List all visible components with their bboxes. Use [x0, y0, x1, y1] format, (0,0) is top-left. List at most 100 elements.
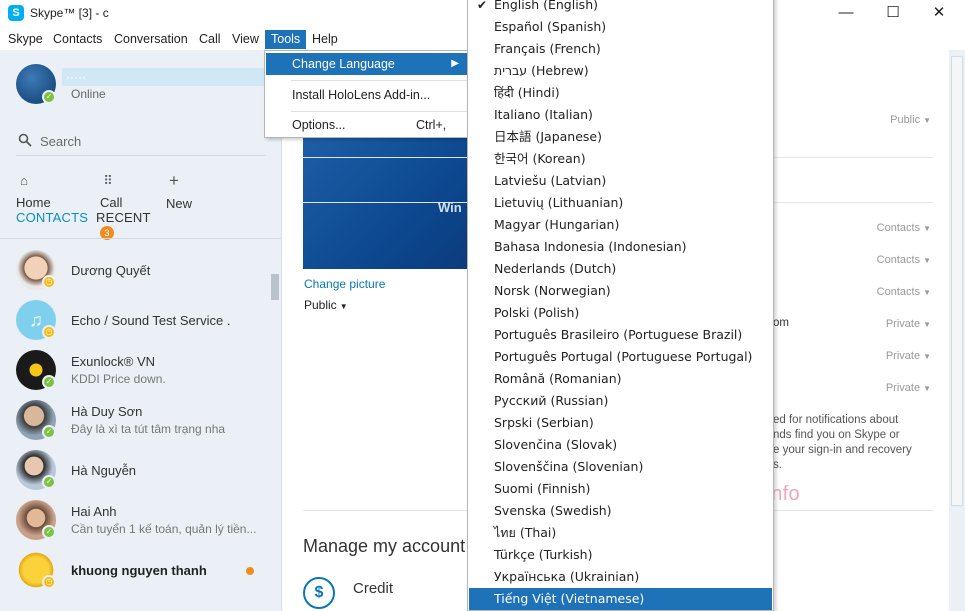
language-option[interactable]: Français (French)	[469, 38, 772, 60]
language-option[interactable]: Español (Spanish)	[469, 16, 772, 38]
contact-item[interactable]: ✓ Hà Duy Sơn Đây là xì ta tút tâm trạng …	[0, 395, 270, 445]
menu-conversation[interactable]: Conversation	[108, 30, 194, 49]
contact-item[interactable]: ♫ ◷ Echo / Sound Test Service .	[0, 295, 270, 345]
language-label: Русский (Russian)	[494, 393, 609, 408]
language-option[interactable]: Slovenščina (Slovenian)	[469, 456, 772, 478]
language-label: Português Brasileiro (Portuguese Brazil)	[494, 327, 743, 342]
contacts-scrollbar[interactable]	[271, 274, 279, 300]
home-button[interactable]: ⌂ Home	[16, 170, 51, 210]
language-option[interactable]: Українська (Ukrainian)	[469, 566, 772, 588]
left-pane: ✓ ····· Online ⌂ Home ⠿ Call + New CONTACTS…	[0, 50, 282, 611]
language-option[interactable]: 한국어 (Korean)	[469, 148, 772, 170]
profile-name-field[interactable]: ·····	[62, 68, 272, 86]
language-option[interactable]: Latviešu (Latvian)	[469, 170, 772, 192]
language-label: Italiano (Italian)	[494, 107, 593, 122]
call-button[interactable]: ⠿ Call	[100, 170, 124, 210]
new-label: New	[166, 196, 193, 211]
language-option[interactable]: Português Brasileiro (Portuguese Brazil)	[469, 324, 772, 346]
search-input[interactable]	[40, 131, 260, 151]
language-option[interactable]: Magyar (Hungarian)	[469, 214, 772, 236]
change-language-item[interactable]: Change Language ▶	[266, 53, 467, 75]
privacy-label: Private	[885, 350, 921, 362]
change-language-label: Change Language	[292, 57, 395, 71]
language-option[interactable]: Română (Romanian)	[469, 368, 772, 390]
close-button[interactable]: ✕	[916, 0, 962, 28]
language-option[interactable]: 日本語 (Japanese)	[469, 126, 772, 148]
contact-item[interactable]: ✓ Hà Nguyễn	[0, 445, 270, 495]
language-label: ไทย (Thai)	[494, 525, 557, 540]
privacy-label: Private	[885, 318, 921, 330]
language-option[interactable]: Nederlands (Dutch)	[469, 258, 772, 280]
main-scrollbar-thumb[interactable]	[951, 56, 963, 506]
notice-text: e your sign-in and recovery	[773, 444, 912, 456]
privacy-select[interactable]: Private ▼	[831, 350, 931, 362]
language-option[interactable]: Bahasa Indonesia (Indonesian)	[469, 236, 772, 258]
language-option[interactable]: Norsk (Norwegian)	[469, 280, 772, 302]
language-option[interactable]: ไทย (Thai)	[469, 522, 772, 544]
change-picture-link[interactable]: Change picture	[304, 277, 385, 291]
new-button[interactable]: + New	[166, 170, 192, 211]
contact-name: khuong nguyen thanh	[71, 563, 207, 578]
credit-icon: $	[303, 577, 335, 609]
menu-contacts[interactable]: Contacts	[47, 30, 108, 49]
chevron-down-icon: ▼	[923, 384, 931, 393]
privacy-label: Contacts	[876, 222, 921, 234]
online-status-icon: ✓	[42, 425, 56, 439]
language-label: Türkçe (Turkish)	[494, 547, 593, 562]
tab-recent[interactable]: RECENT3	[96, 210, 151, 240]
contact-item[interactable]: ◷ Dương Quyết	[0, 245, 270, 295]
contact-name: Hà Duy Sơn	[71, 404, 143, 419]
privacy-select[interactable]: Contacts ▼	[831, 286, 931, 298]
language-option[interactable]: Türkçe (Turkish)	[469, 544, 772, 566]
contact-name: Hai Anh	[71, 504, 117, 519]
menu-tools[interactable]: Tools	[265, 30, 307, 49]
language-option[interactable]: עברית (Hebrew)	[469, 60, 772, 82]
contact-item[interactable]: ◷ khuong nguyen thanh	[0, 545, 270, 595]
minimize-button[interactable]: —	[823, 0, 869, 28]
privacy-select[interactable]: Private ▼	[831, 382, 931, 394]
menu-skype[interactable]: Skype	[2, 30, 49, 49]
privacy-label: Contacts	[876, 254, 921, 266]
language-option[interactable]: Suomi (Finnish)	[469, 478, 772, 500]
main-scrollbar[interactable]	[949, 50, 965, 611]
maximize-button[interactable]: ☐	[870, 0, 916, 28]
privacy-select[interactable]: Contacts ▼	[831, 222, 931, 234]
window-title: Skype™ [3] - c	[30, 6, 109, 20]
picture-visibility-select[interactable]: Public ▼	[304, 298, 348, 312]
privacy-select[interactable]: Contacts ▼	[831, 254, 931, 266]
contact-item[interactable]: ✓ Hai Anh Cần tuyển 1 kế toán, quản lý t…	[0, 495, 270, 545]
credit-label[interactable]: Credit	[353, 580, 393, 597]
language-option[interactable]: हिंदी (Hindi)	[469, 82, 772, 104]
language-label: Slovenščina (Slovenian)	[494, 459, 644, 474]
language-label: Suomi (Finnish)	[494, 481, 591, 496]
language-option[interactable]: Português Portugal (Portuguese Portugal)	[469, 346, 772, 368]
profile-status[interactable]: Online	[71, 87, 106, 101]
language-option[interactable]: Slovenčina (Slovak)	[469, 434, 772, 456]
language-option[interactable]: ✔ English (English)	[469, 0, 772, 16]
language-option[interactable]: Tiếng Việt (Vietnamese)	[469, 588, 772, 610]
language-option[interactable]: Srpski (Serbian)	[469, 412, 772, 434]
privacy-select[interactable]: Public ▼	[831, 114, 931, 126]
language-option[interactable]: Polski (Polish)	[469, 302, 772, 324]
language-option[interactable]: Lietuvių (Lithuanian)	[469, 192, 772, 214]
menu-separator	[291, 111, 467, 112]
install-hololens-item[interactable]: Install HoloLens Add-in...	[266, 84, 467, 106]
options-shortcut: Ctrl+,	[416, 118, 447, 132]
language-label: Português Portugal (Portuguese Portugal)	[494, 349, 753, 364]
checkmark-icon: ✔	[477, 0, 488, 12]
menu-call[interactable]: Call	[193, 30, 227, 49]
language-label: 한국어 (Korean)	[494, 151, 586, 166]
language-option[interactable]: Svenska (Swedish)	[469, 500, 772, 522]
privacy-select[interactable]: Private ▼	[831, 318, 931, 330]
privacy-label: Public	[890, 114, 921, 126]
tab-contacts[interactable]: CONTACTS	[16, 210, 88, 225]
contact-item[interactable]: ✓ Exunlock® VN KDDI Price down.	[0, 345, 270, 395]
options-item[interactable]: Options... Ctrl+,	[266, 114, 467, 136]
menu-help[interactable]: Help	[306, 30, 344, 49]
chevron-down-icon: ▼	[923, 352, 931, 361]
language-option[interactable]: Русский (Russian)	[469, 390, 772, 412]
menu-view[interactable]: View	[226, 30, 265, 49]
away-status-icon: ◷	[42, 575, 56, 589]
chevron-down-icon: ▼	[923, 224, 931, 233]
language-option[interactable]: Italiano (Italian)	[469, 104, 772, 126]
